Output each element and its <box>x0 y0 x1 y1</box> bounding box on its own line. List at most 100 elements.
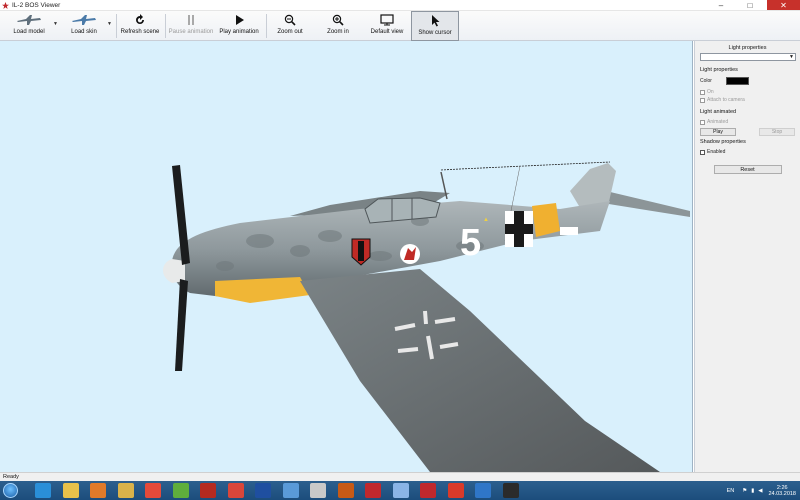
illustrator-icon[interactable] <box>337 483 354 498</box>
volume-icon[interactable]: ◀ <box>758 488 762 494</box>
cat-emblem <box>400 244 420 264</box>
play-light-button[interactable]: Play <box>700 128 736 136</box>
load-model-button[interactable]: Load model <box>4 11 54 41</box>
shadow-properties-label: Shadow properties <box>700 139 746 145</box>
animated-checkbox[interactable] <box>700 119 705 125</box>
on-label: On <box>707 89 714 95</box>
animation-buttons: Play Stop <box>700 128 795 136</box>
on-checkbox-row: On <box>700 89 795 95</box>
light-properties-dropdown[interactable]: ▼ <box>700 53 796 61</box>
flash-builder-icon[interactable] <box>200 483 216 498</box>
enabled-checkbox-row: Enabled <box>700 149 795 155</box>
zoom-out-icon <box>284 14 296 26</box>
il2-icon[interactable] <box>365 483 381 498</box>
attach-to-camera-checkbox[interactable] <box>700 97 705 103</box>
chrome-icon[interactable] <box>145 483 161 498</box>
toolbar-separator <box>165 14 166 38</box>
status-bar: Ready <box>0 472 800 481</box>
monitor-icon <box>380 14 394 26</box>
app-icon[interactable] <box>172 483 189 498</box>
language-indicator[interactable]: EN <box>727 488 735 494</box>
play-icon <box>236 15 244 25</box>
system-tray: EN ⚑ ▮ ◀ 2:26 24.03.2018 <box>727 481 800 500</box>
default-view-label: Default view <box>370 29 404 35</box>
status-text: Ready <box>3 474 19 480</box>
start-button[interactable] <box>3 483 18 498</box>
refresh-scene-label: Refresh scene <box>120 29 160 35</box>
network-icon[interactable]: ▮ <box>751 488 754 494</box>
close-button[interactable]: ✕ <box>767 0 800 10</box>
stop-light-button[interactable]: Stop <box>759 128 795 136</box>
clock[interactable]: 2:26 24.03.2018 <box>768 485 796 497</box>
color-row: Color <box>700 77 795 85</box>
panel-header: Light properties <box>728 45 767 51</box>
maximize-button[interactable]: □ <box>737 0 763 10</box>
doc-icon[interactable] <box>310 483 326 498</box>
pen-icon[interactable] <box>282 483 299 498</box>
light-animated-label: Light animated <box>700 109 737 115</box>
clock-date: 24.03.2018 <box>768 490 796 497</box>
light-properties-label: Light properties <box>700 67 738 73</box>
default-view-button[interactable]: Default view <box>364 11 410 41</box>
pause-icon <box>188 15 194 25</box>
plane-skin-icon <box>72 15 96 25</box>
explorer-icon[interactable] <box>117 483 134 498</box>
toolbar-separator <box>116 14 117 38</box>
animated-checkbox-row: Animated <box>700 119 795 125</box>
shadow-enabled-checkbox[interactable] <box>700 149 705 155</box>
show-cursor-button[interactable]: Show cursor <box>411 11 459 41</box>
3d-viewport[interactable]: 5 ▲ <box>0 41 693 472</box>
toolbar-separator <box>266 14 267 38</box>
app-icon <box>2 2 9 9</box>
7zip-icon[interactable] <box>502 483 519 498</box>
minimize-button[interactable]: – <box>708 0 734 10</box>
attach-label: Attach to camera <box>707 97 745 103</box>
folder-icon[interactable] <box>62 483 79 498</box>
play-animation-label: Play animation <box>219 29 259 35</box>
refresh-scene-button[interactable]: Refresh scene <box>118 11 162 41</box>
flash-icon[interactable] <box>447 483 464 498</box>
propeller-blade <box>175 279 188 371</box>
photoshop-icon[interactable] <box>255 483 271 498</box>
aircraft-model: 5 ▲ <box>163 161 690 472</box>
yellow-band <box>532 203 560 237</box>
refresh-icon <box>136 14 144 24</box>
pause-animation-button[interactable]: Pause animation <box>167 11 215 41</box>
reset-button[interactable]: Reset <box>713 165 782 174</box>
color-label: Color <box>700 78 712 84</box>
fuselage-number: 5 <box>460 222 481 264</box>
flag-icon[interactable]: ⚑ <box>742 488 747 494</box>
toolbar: Load model ▼ Load skin ▼ Refresh scene P… <box>0 11 800 41</box>
zoom-out-label: Zoom out <box>277 29 303 35</box>
spinner <box>163 259 185 283</box>
windows-taskbar: EN ⚑ ▮ ◀ 2:26 24.03.2018 <box>0 481 800 500</box>
enabled-label: Enabled <box>707 149 726 155</box>
pause-animation-label: Pause animation <box>168 29 214 35</box>
cursor-icon <box>432 15 440 27</box>
chevron-down-icon[interactable]: ▼ <box>53 21 58 27</box>
chevron-down-icon[interactable]: ▼ <box>107 21 112 27</box>
antenna-wire <box>440 161 611 171</box>
animated-label: Animated <box>707 119 729 125</box>
load-skin-button[interactable]: Load skin <box>62 11 106 41</box>
red-star-icon[interactable] <box>420 483 436 498</box>
itunes-icon[interactable] <box>392 483 409 498</box>
play-animation-button[interactable]: Play animation <box>215 11 263 41</box>
zoom-in-label: Zoom in <box>327 29 349 35</box>
yellow-nose-panel <box>215 277 310 303</box>
light-color-swatch[interactable] <box>725 77 749 85</box>
on-checkbox[interactable] <box>700 89 705 95</box>
chevron-down-icon: ▼ <box>789 54 794 60</box>
stencil-marking: ▲ <box>483 217 489 223</box>
attach-checkbox-row: Attach to camera <box>700 97 795 103</box>
ie-icon[interactable] <box>35 483 51 498</box>
pdf-icon[interactable] <box>227 483 244 498</box>
plane-icon <box>17 15 41 25</box>
media-icon[interactable] <box>90 483 106 498</box>
zoom-out-button[interactable]: Zoom out <box>268 11 312 41</box>
zoom-in-button[interactable]: Zoom in <box>316 11 360 41</box>
window-title: IL-2 BOS Viewer <box>12 2 61 9</box>
title-bar: IL-2 BOS Viewer – □ ✕ <box>0 0 800 11</box>
propeller-blade <box>172 165 190 265</box>
word-icon[interactable] <box>475 483 491 498</box>
